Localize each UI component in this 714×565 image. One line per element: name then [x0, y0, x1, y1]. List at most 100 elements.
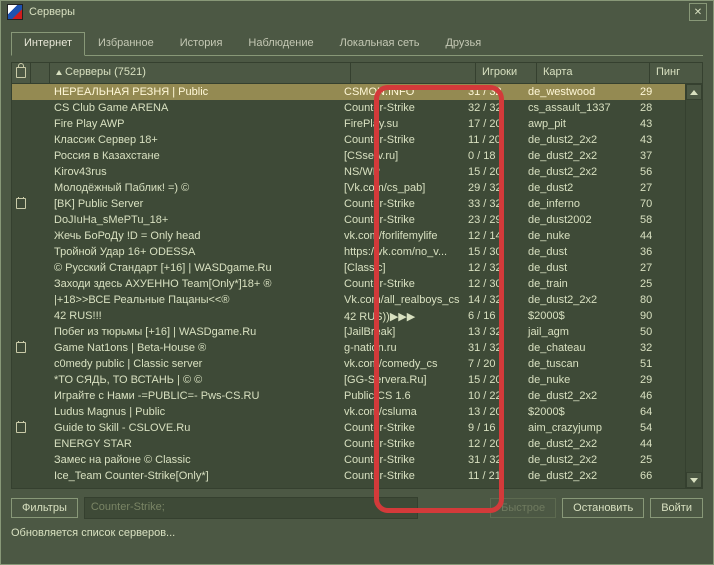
server-row[interactable]: © Русский Стандарт [+16] | WASDgame.Ru[C… [12, 260, 686, 276]
col-fav[interactable] [31, 63, 50, 83]
row-ping: 44 [634, 438, 686, 450]
row-map: de_dust2_2x2 [522, 390, 634, 402]
server-row[interactable]: Молодёжный Паблик! =) ©[Vk.com/cs_pab]29… [12, 180, 686, 196]
server-row[interactable]: 42 RUS!!!42 RUS))▶▶▶6 / 16$2000$90 [12, 308, 686, 324]
row-ping: 25 [634, 454, 686, 466]
scroll-down-button[interactable] [686, 472, 702, 488]
col-map[interactable]: Карта [537, 63, 650, 83]
row-ping: 43 [634, 118, 686, 130]
row-name: НЕРЕАЛЬНАЯ РЕЗНЯ | Public [48, 86, 338, 98]
row-map: de_nuke [522, 374, 634, 386]
server-row[interactable]: ENERGY STARCounter-Strike12 / 20de_dust2… [12, 436, 686, 452]
row-game: Counter-Strike [338, 454, 462, 466]
col-game[interactable] [351, 63, 476, 83]
row-name: © Русский Стандарт [+16] | WASDgame.Ru [48, 262, 338, 274]
server-row[interactable]: Жечь БоРоДу !D = Only headvk.com/forlife… [12, 228, 686, 244]
filter-input[interactable]: Counter-Strike; [84, 497, 418, 519]
server-row[interactable]: Классик Сервер 18+Counter-Strike11 / 20d… [12, 132, 686, 148]
server-list[interactable]: НЕРЕАЛЬНАЯ РЕЗНЯ | PublicCSMON.INFO31 / … [11, 84, 703, 489]
server-row[interactable]: Россия в Казахстане[CSserv.ru]0 / 18de_d… [12, 148, 686, 164]
row-game: vk.com/forlifemylife [338, 230, 462, 242]
row-ping: 56 [634, 166, 686, 178]
row-players: 15 / 30 [462, 246, 522, 258]
row-game: [Vk.com/cs_pab] [338, 182, 462, 194]
quick-button[interactable]: Быстрое [490, 498, 556, 518]
server-row[interactable]: |+18>>ВСЕ Реальные Пацаны<<®Vk.com/all_r… [12, 292, 686, 308]
row-ping: 90 [634, 310, 686, 322]
row-name: Жечь БоРоДу !D = Only head [48, 230, 338, 242]
row-ping: 25 [634, 278, 686, 290]
row-ping: 27 [634, 262, 686, 274]
server-row[interactable]: Guide to Skill - CSLOVE.RuCounter-Strike… [12, 420, 686, 436]
row-map: de_dust [522, 262, 634, 274]
server-row[interactable]: DoJIuHa_sMePTu_18+Counter-Strike23 / 29d… [12, 212, 686, 228]
row-ping: 66 [634, 470, 686, 482]
row-game: NS/WP [338, 166, 462, 178]
row-game: Vk.com/all_realboys_cs [338, 294, 462, 306]
row-name: 42 RUS!!! [48, 310, 338, 322]
row-ping: 51 [634, 358, 686, 370]
server-row[interactable]: Замес на районе © ClassicCounter-Strike3… [12, 452, 686, 468]
row-ping: 80 [634, 294, 686, 306]
row-game: 42 RUS))▶▶▶ [338, 310, 462, 323]
scrollbar[interactable] [685, 84, 702, 488]
stop-button[interactable]: Остановить [562, 498, 644, 518]
server-row[interactable]: НЕРЕАЛЬНАЯ РЕЗНЯ | PublicCSMON.INFO31 / … [12, 84, 686, 100]
col-ping[interactable]: Пинг [650, 63, 702, 83]
row-lock [12, 421, 30, 435]
row-ping: 46 [634, 390, 686, 402]
col-password[interactable] [12, 63, 31, 83]
chevron-up-icon [690, 90, 698, 95]
server-row[interactable]: CS Club Game ARENACounter-Strike32 / 32c… [12, 100, 686, 116]
row-game: CSMON.INFO [338, 86, 462, 98]
close-button[interactable]: ✕ [689, 3, 707, 21]
tab-history[interactable]: История [167, 32, 236, 56]
col-players[interactable]: Игроки [476, 63, 537, 83]
join-button[interactable]: Войти [650, 498, 703, 518]
row-players: 32 / 32 [462, 102, 522, 114]
server-row[interactable]: *ТО СЯДЬ, ТО ВСТАНЬ | © ©[GG-Servera.Ru]… [12, 372, 686, 388]
row-map: de_dust2_2x2 [522, 134, 634, 146]
col-servers[interactable]: Серверы (7521) [50, 63, 351, 83]
server-row[interactable]: Побег из тюрьмы [+16] | WASDgame.Ru[Jail… [12, 324, 686, 340]
row-map: de_dust2_2x2 [522, 150, 634, 162]
server-row[interactable]: Game Nat1ons | Beta-House ®g-nation.ru31… [12, 340, 686, 356]
server-row[interactable]: Заходи здесь АХУЕННО Team[Only*]18+ ®Cou… [12, 276, 686, 292]
row-players: 12 / 20 [462, 438, 522, 450]
lock-icon [16, 422, 26, 433]
row-name: [BK] Public Server [48, 198, 338, 210]
server-row[interactable]: Играйте с Нами -=PUBLIC=- Pws-CS.RUPubli… [12, 388, 686, 404]
server-row[interactable]: Ice_Team Counter-Strike[Only*]Counter-St… [12, 468, 686, 484]
row-ping: 27 [634, 182, 686, 194]
scroll-up-button[interactable] [686, 84, 702, 100]
server-row[interactable]: c0medy public | Classic servervk.com/com… [12, 356, 686, 372]
server-row[interactable]: Тройной Удар 16+ ODESSAhttps://vk.com/no… [12, 244, 686, 260]
server-row[interactable]: Kirov43rusNS/WP15 / 20de_dust2_2x256 [12, 164, 686, 180]
tab-friends[interactable]: Друзья [432, 32, 494, 56]
row-name: Ludus Magnus | Public [48, 406, 338, 418]
bottom-bar: Фильтры Counter-Strike; Быстрое Останови… [11, 489, 703, 519]
server-row[interactable]: Ludus Magnus | Publicvk.com/csluma13 / 2… [12, 404, 686, 420]
filter-button[interactable]: Фильтры [11, 498, 78, 518]
server-row[interactable]: [BK] Public ServerCounter-Strike33 / 32d… [12, 196, 686, 212]
row-game: Counter-Strike [338, 422, 462, 434]
row-map: de_nuke [522, 230, 634, 242]
row-name: c0medy public | Classic server [48, 358, 338, 370]
close-icon: ✕ [694, 7, 702, 18]
row-game: Counter-Strike [338, 214, 462, 226]
tab-lan[interactable]: Локальная сеть [327, 32, 433, 56]
tab-spectate[interactable]: Наблюдение [235, 32, 326, 56]
row-game: Public CS 1.6 [338, 390, 462, 402]
tab-internet[interactable]: Интернет [11, 32, 85, 56]
tab-bar: Интернет Избранное История Наблюдение Ло… [11, 31, 703, 56]
row-map: de_westwood [522, 86, 634, 98]
row-game: [GG-Servera.Ru] [338, 374, 462, 386]
row-players: 15 / 20 [462, 374, 522, 386]
row-players: 31 / 32 [462, 86, 522, 98]
row-name: Замес на районе © Classic [48, 454, 338, 466]
server-row[interactable]: Fire Play AWPFirePlay.su17 / 20awp_pit43 [12, 116, 686, 132]
tab-favorites[interactable]: Избранное [85, 32, 167, 56]
row-ping: 28 [634, 102, 686, 114]
row-players: 0 / 18 [462, 150, 522, 162]
row-players: 14 / 32 [462, 294, 522, 306]
